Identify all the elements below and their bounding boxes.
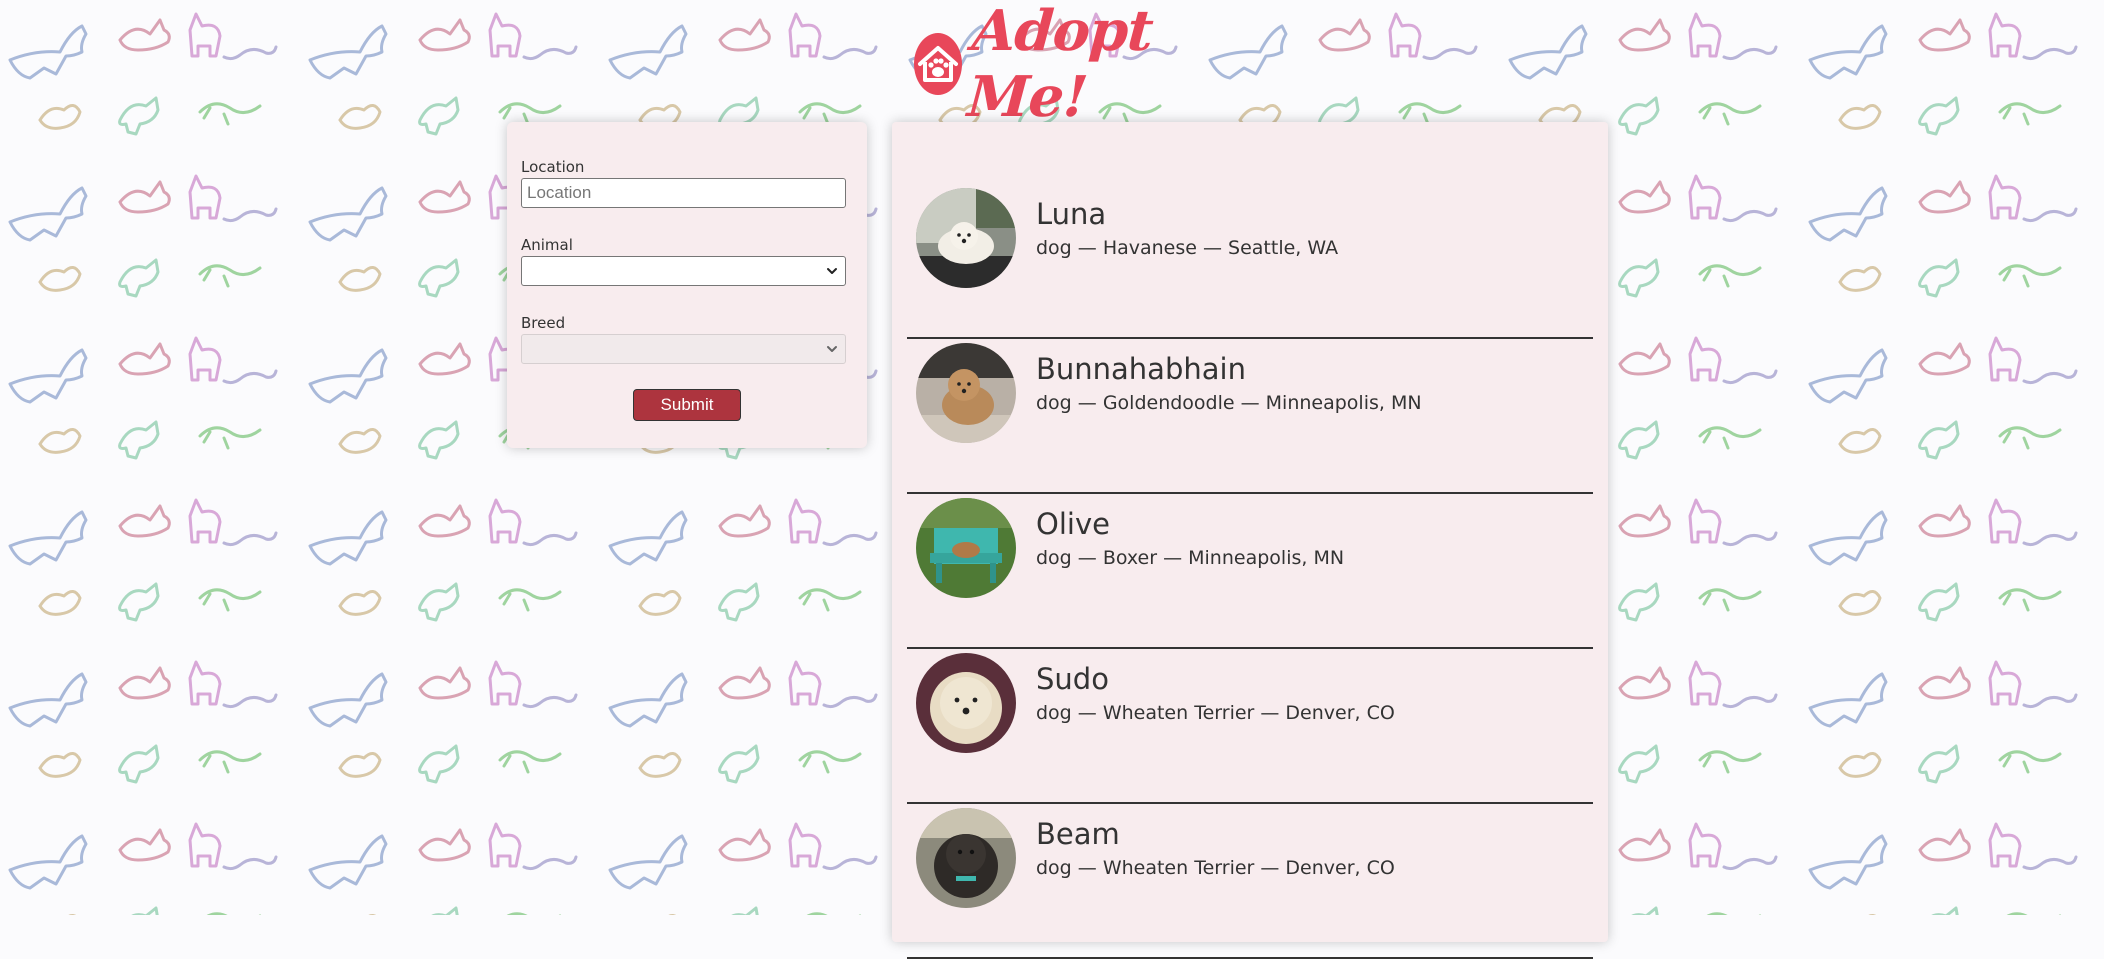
- search-form: Location Animal Breed Submit: [507, 122, 867, 448]
- animal-select[interactable]: [521, 256, 846, 286]
- location-input[interactable]: [521, 178, 846, 208]
- pet-photo: [916, 188, 1016, 288]
- pet-photo: [916, 343, 1016, 443]
- pet-name: Olive: [1036, 507, 1110, 541]
- location-label: Location: [521, 158, 585, 176]
- pet-name: Bunnahabhain: [1036, 352, 1246, 386]
- pet-results-list: Luna dog — Havanese — Seattle, WA Bunnah…: [892, 122, 1608, 959]
- adopt-me-logo-link[interactable]: Adopt Me!: [914, 0, 1204, 130]
- pet-info: dog — Wheaten Terrier — Denver, CO: [1036, 702, 1395, 724]
- pet-name: Luna: [1036, 197, 1107, 231]
- pet-name: Beam: [1036, 817, 1120, 851]
- breed-field: Breed: [521, 314, 853, 364]
- brand-name: Adopt Me!: [965, 0, 1155, 130]
- pet-name: Sudo: [1036, 662, 1109, 696]
- animal-label: Animal: [521, 236, 573, 254]
- pet-card-beam[interactable]: Beam dog — Wheaten Terrier — Denver, CO: [907, 804, 1593, 959]
- pet-photo: [916, 808, 1016, 908]
- pet-card-sudo[interactable]: Sudo dog — Wheaten Terrier — Denver, CO: [907, 649, 1593, 804]
- pet-info: dog — Goldendoodle — Minneapolis, MN: [1036, 392, 1422, 414]
- location-field: Location: [521, 158, 853, 208]
- pet-card-olive[interactable]: Olive dog — Boxer — Minneapolis, MN: [907, 494, 1593, 649]
- pet-card-luna[interactable]: Luna dog — Havanese — Seattle, WA: [907, 184, 1593, 339]
- animal-field: Animal: [521, 236, 853, 286]
- house-paw-icon: [914, 33, 962, 95]
- breed-select[interactable]: [521, 334, 846, 364]
- submit-button[interactable]: Submit: [633, 389, 741, 421]
- pet-info: dog — Havanese — Seattle, WA: [1036, 237, 1339, 259]
- pet-info: dog — Boxer — Minneapolis, MN: [1036, 547, 1345, 569]
- submit-wrap: Submit: [521, 389, 853, 421]
- breed-label: Breed: [521, 314, 566, 332]
- pet-info: dog — Wheaten Terrier — Denver, CO: [1036, 857, 1395, 879]
- chevron-down-icon: [827, 268, 837, 274]
- chevron-down-icon: [827, 346, 837, 352]
- pet-card-bunnahabhain[interactable]: Bunnahabhain dog — Goldendoodle — Minnea…: [907, 339, 1593, 494]
- pet-photo: [916, 498, 1016, 598]
- pet-photo: [916, 653, 1016, 753]
